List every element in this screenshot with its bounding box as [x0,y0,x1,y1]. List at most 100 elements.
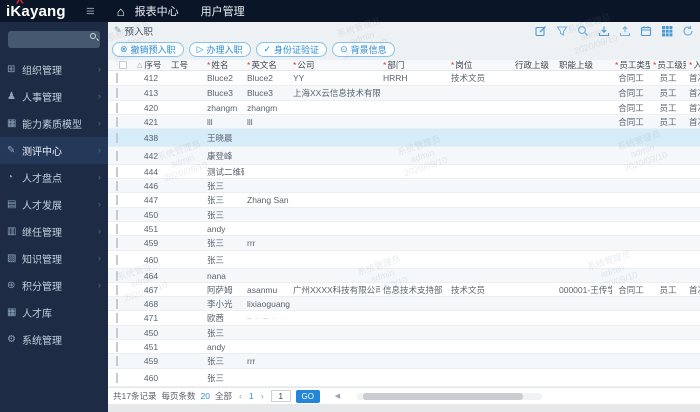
table-row[interactable]: 421 lll lll 合同工 员工 首次聘用 [108,115,700,129]
column-header-dept[interactable]: * 部门 [380,60,448,70]
row-checkbox[interactable] [116,372,118,383]
row-checkbox[interactable] [116,116,118,127]
refresh-icon[interactable] [682,25,694,37]
table-row[interactable]: 459 张三 rrr [108,236,700,251]
column-header-emplvl[interactable]: *员工级别 [650,60,686,70]
prev-page-button[interactable]: ‹ [237,391,244,401]
row-checkbox[interactable] [116,73,118,83]
cell-company: 广州XXXX科技有限公司 [293,284,380,295]
row-checkbox[interactable] [116,88,118,98]
sidebar-item-9[interactable]: ▦ 人才库 [0,299,108,326]
action-button-1[interactable]: ▷ 办理入职 [188,42,251,57]
org-icon: ⊞ [7,63,16,75]
sidebar-item-8[interactable]: ⊛ 积分管理 › [0,272,108,299]
sidebar-item-2[interactable]: ▦ 能力素质模型 › [0,110,108,137]
table-row[interactable]: 459 张三 rrr [108,354,700,369]
row-checkbox[interactable] [116,356,118,366]
checkbox-cell [108,327,134,338]
horizontal-scrollbar-track[interactable] [357,392,543,400]
sidebar-search-input[interactable] [8,30,100,48]
next-page-button[interactable]: › [259,391,266,401]
calendar-icon[interactable] [640,25,652,37]
row-checkbox[interactable] [116,341,118,352]
row-checkbox[interactable] [116,298,118,309]
row-checkbox[interactable] [116,102,118,113]
page-input[interactable] [270,390,291,402]
row-checkbox[interactable] [116,254,118,265]
column-header-empno[interactable]: 工号 [168,60,204,70]
table-row[interactable]: 444 测试二维码 [108,165,700,179]
table-row[interactable]: 471 欧茜 – · – · [108,311,700,326]
row-checkbox[interactable] [116,327,118,338]
edit-icon[interactable] [535,25,547,37]
table-row[interactable]: 442 康登峰 [108,147,700,165]
current-page[interactable]: 1 [249,391,254,401]
home-icon[interactable]: ⌂ [117,4,125,19]
hscroll-left-arrow-icon[interactable]: ◀ [335,392,340,400]
cell-post: 技术文员 [451,284,486,295]
table-row[interactable]: 464 nana [108,269,700,283]
search-icon[interactable] [90,33,96,39]
column-header-admsup[interactable]: 行政上级 [512,60,556,70]
table-row[interactable]: 447 张三 Zhang San [108,193,700,208]
table-row[interactable]: 450 张三 [108,326,700,340]
per-page-value[interactable]: 20 [200,391,209,401]
upload-icon[interactable] [619,25,631,37]
sidebar-item-0[interactable]: ⊞ 组织管理 › [0,56,108,83]
row-checkbox[interactable] [116,150,118,161]
cell-enname: – · – · [247,313,277,323]
column-header-name[interactable]: * 姓名 [204,60,244,70]
topnav-item-0[interactable]: 报表中心 [135,3,179,19]
column-header-emptype[interactable]: * 员工类型 [612,60,650,70]
row-checkbox[interactable] [116,209,118,220]
row-checkbox[interactable] [116,313,118,323]
sidebar-item-6[interactable]: ▥ 继任管理 › [0,218,108,245]
table-row[interactable]: 451 andy [108,222,700,236]
action-button-0[interactable]: ⊗ 撤销预入职 [112,42,184,57]
all-option[interactable]: 全部 [215,390,232,402]
row-checkbox[interactable] [116,238,118,248]
search-icon[interactable] [577,25,589,37]
table-row[interactable]: 412 Bluce2 Bluce2 YY HRRH 技术文员 合同工 员工 首次聘用 [108,71,700,86]
action-button-2[interactable]: ✓ 身份证验证 [255,42,328,57]
hamburger-menu-icon[interactable]: ≡ [86,3,95,20]
table-row[interactable]: 413 Bluce3 Bluce3 上海XX云信息技术有限公司 合同工 员工 首次聘用 [108,86,700,101]
row-checkbox[interactable] [116,195,118,205]
go-button[interactable]: GO [295,389,320,403]
column-header-enname[interactable]: * 英文名 [244,60,290,70]
table-row[interactable]: 468 李小光 lixiaoguang [108,297,700,311]
table-row[interactable]: 438 王晓晨 [108,129,700,147]
row-checkbox[interactable] [116,270,118,281]
sort-icon[interactable]: △ [137,61,142,69]
table-row[interactable]: 460 张三 [108,369,700,387]
column-header-seq[interactable]: △ 序号 [134,60,168,70]
sidebar-item-7[interactable]: ▧ 知识管理 › [0,245,108,272]
column-header-funsup[interactable]: 职能上级 [556,60,612,70]
download-icon[interactable] [598,25,610,37]
column-header-company[interactable]: * 公司 [290,60,380,70]
table-row[interactable]: 446 张三 [108,179,700,193]
table-row[interactable]: 460 张三 [108,251,700,269]
row-checkbox[interactable] [116,166,118,177]
row-checkbox[interactable] [116,284,118,295]
horizontal-scrollbar-thumb[interactable] [363,392,524,400]
table-row[interactable]: 420 zhangm zhangm 合同工 员工 首次聘用 [108,101,700,115]
column-header-hiretype[interactable]: *入职类型 [686,60,700,70]
sidebar-item-4[interactable]: ◔ 人才盘点 › [0,164,108,191]
column-header-post[interactable]: * 岗位 [448,60,512,70]
row-checkbox[interactable] [116,223,118,234]
table-row[interactable]: 450 张三 [108,208,700,222]
table-row[interactable]: 467 阿萨姆 asanmu 广州XXXX科技有限公司 信息技术支持部 技术文员 00000… [108,283,700,297]
sidebar-item-1[interactable]: ♟ 人事管理 › [0,83,108,110]
sidebar-item-3[interactable]: ✎ 测评中心 › [0,136,108,164]
sidebar-item-10[interactable]: ⚙ 系统管理 [0,326,108,353]
table-row[interactable]: 451 andy [108,340,700,354]
row-checkbox[interactable] [116,180,118,191]
sidebar-item-5[interactable]: ▤ 人才发展 › [0,191,108,218]
select-all-checkbox[interactable] [119,61,127,69]
grid-icon[interactable] [661,25,673,37]
row-checkbox[interactable] [116,132,118,143]
action-button-3[interactable]: ⊙ 背景信息 [332,42,395,57]
filter-icon[interactable] [556,25,568,37]
topnav-item-1[interactable]: 用户管理 [201,3,245,19]
